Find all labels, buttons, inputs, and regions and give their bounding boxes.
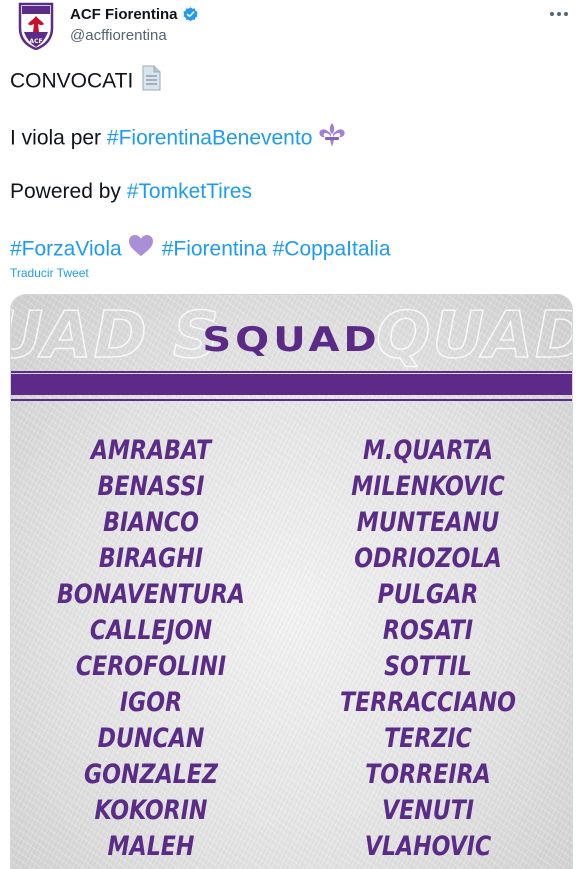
players-right-column: M.QUARTA MILENKOVIC MUNTEANU ODRIOZOLA P… bbox=[303, 433, 553, 865]
player-name: CALLEJON bbox=[89, 615, 213, 646]
account-name[interactable]: ACF Fiorentina bbox=[70, 6, 178, 23]
translate-tweet-link[interactable]: Traducir Tweet bbox=[10, 266, 89, 280]
player-name: BONAVENTURA bbox=[57, 579, 245, 610]
tweet-line-4: #ForzaViola #Fiorentina #CoppaItalia bbox=[10, 234, 391, 266]
player-name: ODRIOZOLA bbox=[354, 543, 502, 574]
convocati-text: CONVOCATI bbox=[10, 69, 134, 93]
player-name: PULGAR bbox=[377, 579, 479, 610]
account-handle[interactable]: @acffiorentina bbox=[70, 27, 167, 44]
player-name: AMRABAT bbox=[90, 435, 212, 466]
player-name: BIRAGHI bbox=[98, 543, 204, 574]
player-name: TERRACCIANO bbox=[339, 687, 516, 718]
squad-title: SQUAD bbox=[202, 320, 381, 360]
hashtag-fiorentina[interactable]: #Fiorentina bbox=[162, 238, 267, 261]
verified-badge-icon bbox=[182, 7, 198, 22]
player-name: DUNCAN bbox=[97, 723, 205, 754]
player-name: IGOR bbox=[119, 687, 183, 718]
player-name: TERZIC bbox=[384, 723, 472, 754]
player-name: KOKORIN bbox=[94, 795, 208, 826]
purple-stripe bbox=[11, 371, 572, 401]
line3-prefix: Powered by bbox=[10, 180, 127, 203]
player-name: BENASSI bbox=[97, 471, 205, 502]
player-name: VLAHOVIC bbox=[364, 831, 492, 862]
hashtag-fiorentinabenevento[interactable]: #FiorentinaBenevento bbox=[107, 127, 312, 150]
hashtag-tomkettires[interactable]: #TomketTires bbox=[127, 180, 252, 203]
player-name: GONZALEZ bbox=[83, 759, 218, 790]
player-name: SOTTIL bbox=[384, 651, 472, 682]
player-name: VENUTI bbox=[381, 795, 475, 826]
player-name: ROSATI bbox=[382, 615, 474, 646]
players-left-column: AMRABAT BENASSI BIANCO BIRAGHI BONAVENTU… bbox=[26, 433, 276, 865]
more-horizontal-icon[interactable] bbox=[547, 2, 571, 26]
fleur-de-lis-icon bbox=[318, 122, 346, 156]
line2-prefix: I viola per bbox=[10, 126, 107, 150]
hashtag-forzaviola[interactable]: #ForzaViola bbox=[10, 238, 122, 261]
player-name: BIANCO bbox=[103, 507, 199, 538]
player-name: MILENKOVIC bbox=[351, 471, 505, 502]
player-name: M.QUARTA bbox=[363, 435, 493, 466]
avatar[interactable]: ACF bbox=[12, 2, 60, 50]
player-name: TORREIRA bbox=[365, 759, 491, 790]
page-icon bbox=[139, 65, 163, 99]
fiorentina-crest-icon: ACF bbox=[18, 2, 54, 50]
svg-text:ACF: ACF bbox=[29, 38, 42, 45]
tweet-line-3: Powered by #TomketTires bbox=[10, 178, 252, 206]
tweet-line-1: CONVOCATI bbox=[10, 65, 163, 99]
hashtag-coppaitalia[interactable]: #CoppaItalia bbox=[273, 238, 391, 261]
player-name: CEROFOLINI bbox=[75, 651, 227, 682]
player-name: MUNTEANU bbox=[356, 507, 500, 538]
squad-image[interactable]: UAD S QUAD S SQUAD AMRABAT BENASSI BIANC… bbox=[10, 294, 573, 869]
purple-heart-icon bbox=[128, 234, 154, 266]
player-name: MALEH bbox=[107, 831, 195, 862]
account-name-row[interactable]: ACF Fiorentina bbox=[70, 6, 199, 23]
tweet-line-2: I viola per #FiorentinaBenevento bbox=[10, 122, 346, 156]
tweet-header: ACF ACF Fiorentina @acffiorentina bbox=[0, 0, 583, 56]
